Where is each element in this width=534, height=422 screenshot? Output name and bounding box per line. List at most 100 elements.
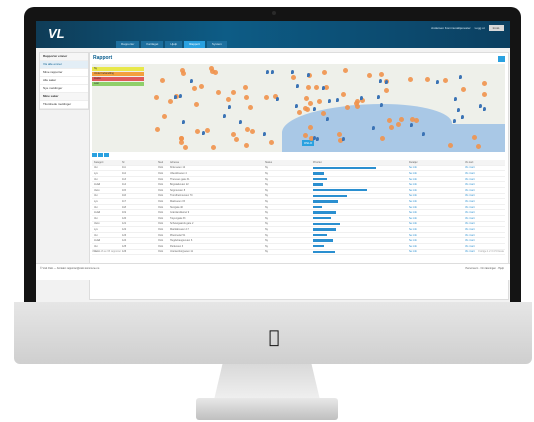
cell-map-link[interactable]: Vis i kart — [465, 178, 505, 181]
map-report-marker[interactable] — [378, 72, 384, 78]
map-report-marker[interactable] — [388, 124, 394, 130]
map-report-marker[interactable] — [244, 142, 250, 148]
sidebar-item-mine-saker[interactable]: Mine saker — [40, 93, 88, 101]
map-report-marker[interactable] — [354, 103, 360, 109]
map-report-marker[interactable] — [226, 97, 232, 103]
footer-links[interactable]: Personvern · Om løsningen · Hjelp — [466, 267, 505, 270]
map-pin-icon[interactable] — [181, 119, 185, 124]
zoom-out-button[interactable] — [98, 153, 103, 157]
map-pin-icon[interactable] — [377, 95, 381, 100]
map-report-marker[interactable] — [340, 92, 346, 98]
map-report-marker[interactable] — [204, 127, 210, 133]
cell-map-link[interactable]: Vis i kart — [465, 234, 505, 237]
col-header[interactable]: Kategori — [92, 161, 122, 164]
col-header[interactable]: Prioritet — [313, 161, 409, 164]
cell-map-link[interactable]: Vis i kart — [465, 206, 505, 209]
layers-button[interactable] — [104, 153, 109, 157]
cell-map-link[interactable]: Vis i kart — [465, 217, 505, 220]
map-report-marker[interactable] — [216, 90, 222, 96]
cell-link-link[interactable]: Se info — [409, 234, 465, 237]
map-pin-icon[interactable] — [265, 69, 269, 74]
map-report-marker[interactable] — [268, 140, 274, 146]
map-report-marker[interactable] — [305, 84, 311, 90]
map-report-marker[interactable] — [307, 101, 313, 107]
cell-map-link[interactable]: Vis i kart — [465, 239, 505, 242]
cell-map-link[interactable]: Vis i kart — [465, 228, 505, 231]
map-pin-icon[interactable] — [222, 114, 226, 119]
map-pin-icon[interactable] — [327, 99, 331, 104]
map-pin-icon[interactable] — [461, 115, 465, 120]
cell-map-link[interactable]: Vis i kart — [465, 172, 505, 175]
sidebar-item-alle-saker[interactable]: Alle saker — [40, 77, 88, 85]
logout-link[interactable]: Logg ut — [475, 26, 485, 30]
col-header[interactable]: Nr — [122, 161, 158, 164]
cell-link-link[interactable]: Se info — [409, 178, 465, 181]
map-report-marker[interactable] — [386, 117, 392, 123]
map-pin-icon[interactable] — [238, 119, 242, 124]
sidebar-item-rapporter-emner[interactable]: Rapporter emner — [40, 53, 88, 61]
map-report-marker[interactable] — [250, 128, 256, 134]
cell-map-link[interactable]: Vis i kart — [465, 183, 505, 186]
col-header[interactable]: Sted — [158, 161, 170, 164]
map-report-marker[interactable] — [408, 76, 414, 82]
map-report-marker[interactable] — [248, 105, 254, 111]
cell-map-link[interactable]: Vis i kart — [465, 200, 505, 203]
map-report-marker[interactable] — [481, 91, 487, 97]
map-report-marker[interactable] — [471, 134, 477, 140]
tab-system[interactable]: System — [206, 41, 227, 48]
map-report-marker[interactable] — [193, 101, 199, 107]
map-report-marker[interactable] — [195, 129, 201, 135]
map-report-marker[interactable] — [383, 88, 389, 94]
map-report-marker[interactable] — [210, 144, 216, 150]
cell-link-link[interactable]: Se info — [409, 239, 465, 242]
map-pin-icon[interactable] — [409, 122, 413, 127]
tab-rapporter[interactable]: Rapporter — [116, 41, 140, 48]
pagination-controls[interactable]: Forrige 1 2 3 4 5 Neste — [478, 250, 504, 253]
map-pin-icon[interactable] — [173, 95, 177, 100]
map-report-marker[interactable] — [461, 87, 467, 93]
map-report-marker[interactable] — [198, 83, 204, 89]
map-view[interactable]: OSLO Ny Under behandling Avvist Løst — [92, 64, 505, 152]
brand-logo[interactable]: VL — [48, 26, 65, 41]
map-report-marker[interactable] — [303, 96, 309, 102]
table-row[interactable]: Vann 126 Oslo Uranienborgveien 11 Ny Se info V… — [92, 250, 505, 256]
map-pin-icon[interactable] — [179, 93, 183, 98]
col-header[interactable]: Detaljer — [409, 161, 465, 164]
map-pin-icon[interactable] — [294, 103, 298, 108]
map-pin-icon[interactable] — [201, 130, 205, 135]
col-header[interactable]: Adresse — [170, 161, 265, 164]
map-pin-icon[interactable] — [459, 75, 463, 80]
map-pin-icon[interactable] — [435, 80, 439, 85]
map-report-marker[interactable] — [243, 84, 249, 90]
map-pin-icon[interactable] — [190, 79, 194, 84]
map-pin-icon[interactable] — [228, 104, 232, 109]
map-report-marker[interactable] — [316, 99, 322, 105]
map-report-marker[interactable] — [244, 94, 250, 100]
map-pin-icon[interactable] — [421, 132, 425, 137]
map-report-marker[interactable] — [379, 135, 385, 141]
cell-map-link[interactable]: Vis i kart — [465, 211, 505, 214]
col-header[interactable]: Status — [265, 161, 313, 164]
map-report-marker[interactable] — [442, 77, 448, 83]
map-pin-icon[interactable] — [321, 85, 325, 90]
tab-rapport[interactable]: Rapport — [184, 41, 205, 48]
tab-hjelp[interactable]: Hjelp — [165, 41, 183, 48]
cell-link-link[interactable]: Se info — [409, 211, 465, 214]
map-report-marker[interactable] — [154, 94, 160, 100]
sidebar-item-mine-rapporter[interactable]: Mine rapporter — [40, 69, 88, 77]
map-report-marker[interactable] — [234, 136, 240, 142]
map-pin-icon[interactable] — [453, 118, 457, 123]
cell-link-link[interactable]: Se info — [409, 222, 465, 225]
map-pin-icon[interactable] — [483, 106, 486, 111]
map-pin-icon[interactable] — [457, 107, 461, 112]
map-report-marker[interactable] — [154, 126, 160, 132]
map-report-marker[interactable] — [208, 66, 214, 72]
map-report-marker[interactable] — [314, 84, 320, 90]
map-pin-icon[interactable] — [312, 106, 316, 111]
map-report-marker[interactable] — [343, 67, 349, 73]
map-report-marker[interactable] — [424, 76, 430, 82]
map-pin-icon[interactable] — [336, 97, 340, 102]
map-report-marker[interactable] — [162, 114, 168, 120]
cell-link-link[interactable]: Se info — [409, 206, 465, 209]
map-pin-icon[interactable] — [290, 70, 294, 75]
